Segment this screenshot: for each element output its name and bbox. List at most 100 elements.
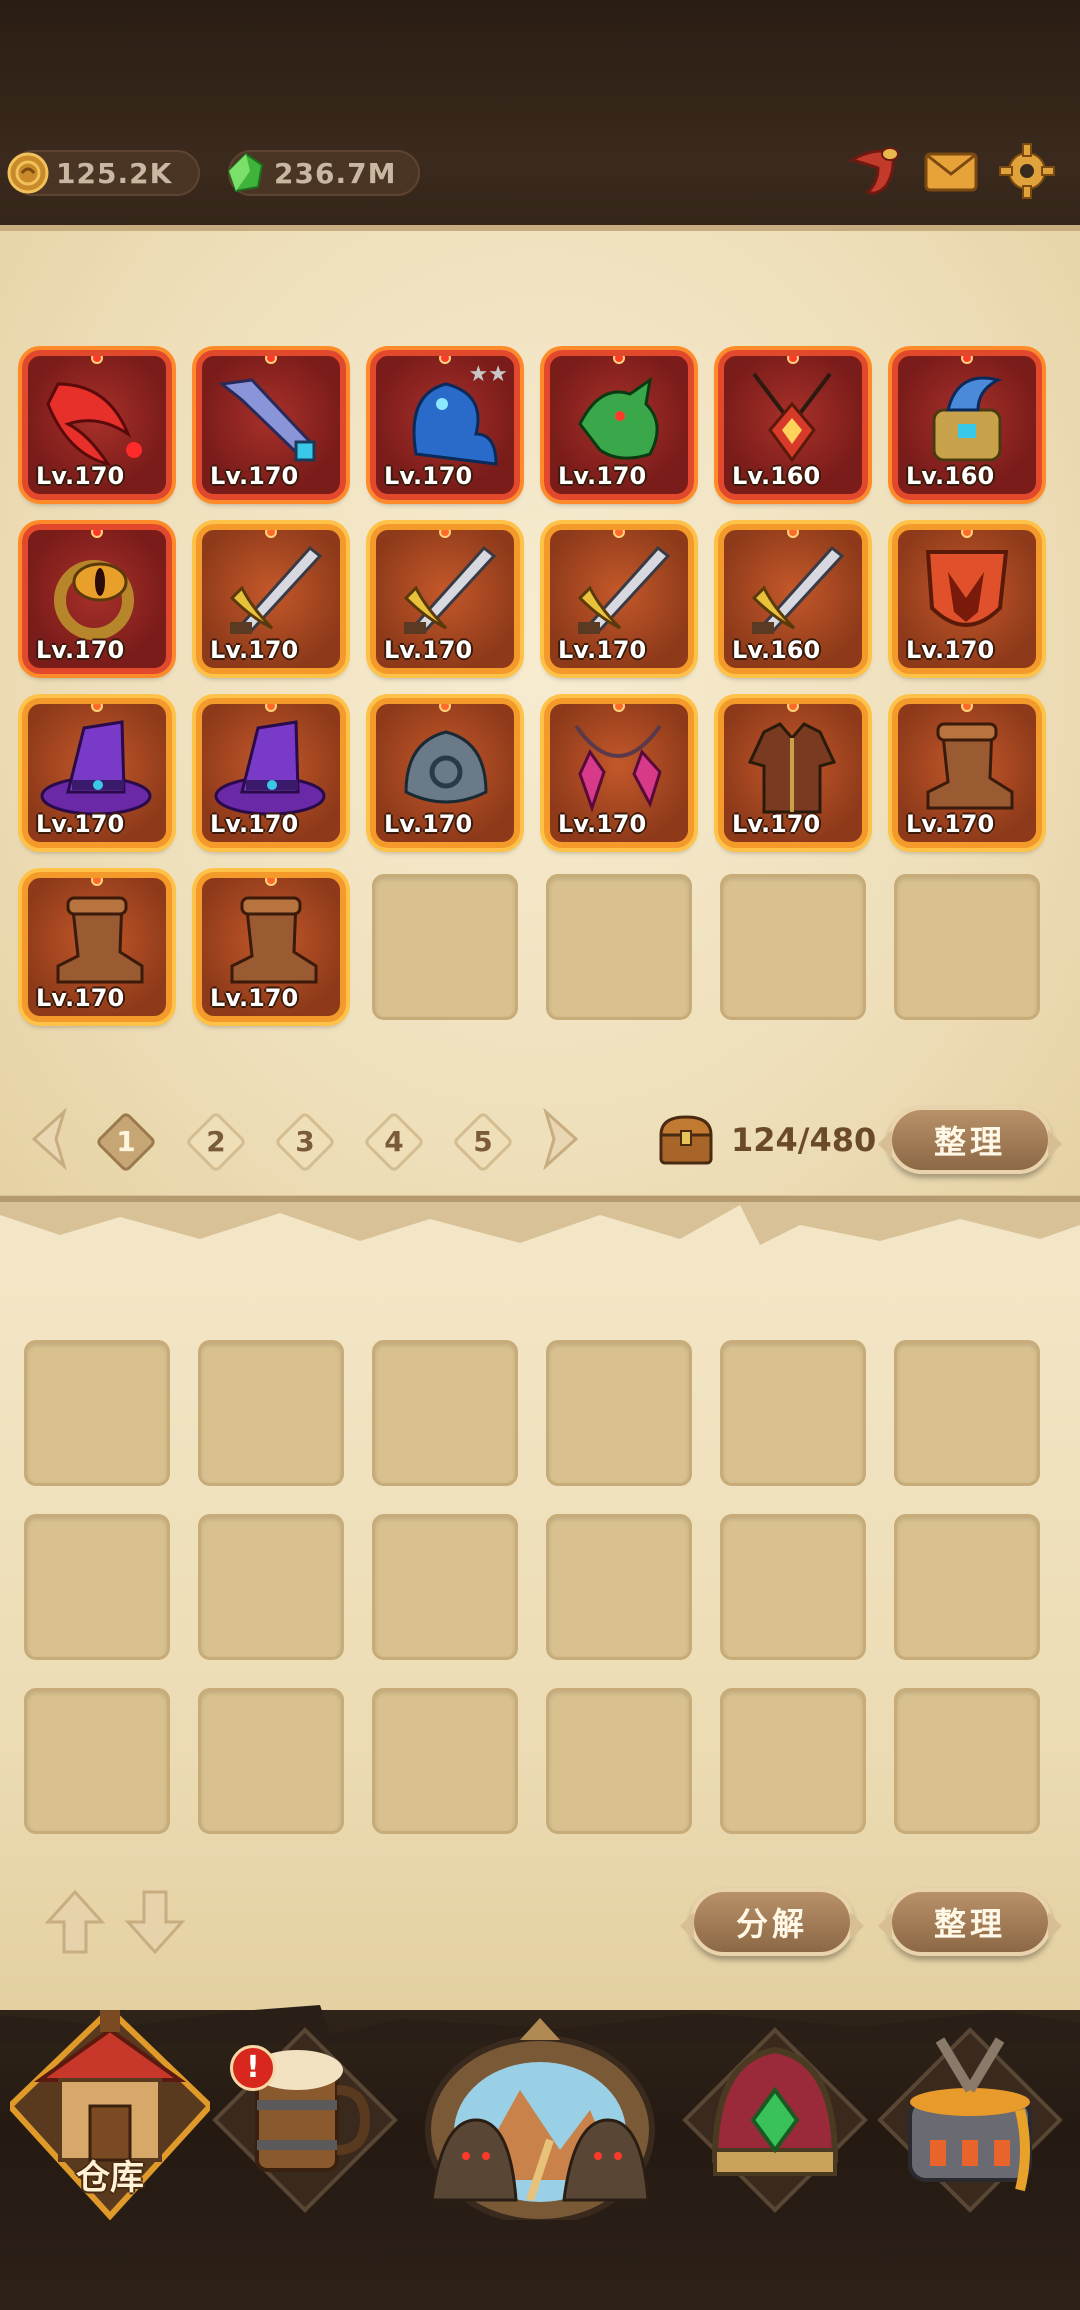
equipment-item[interactable]: Lv.170 xyxy=(22,872,172,1022)
page-button-2[interactable]: 2 xyxy=(184,1110,248,1174)
inventory-slot[interactable]: ★★ Lv.170 xyxy=(370,350,520,500)
equipment-item[interactable]: Lv.170 xyxy=(544,698,694,848)
inventory-slot[interactable]: Lv.170 xyxy=(892,524,1042,674)
warehouse-slot-empty[interactable] xyxy=(892,1686,1042,1836)
decompose-button[interactable]: 分解 xyxy=(680,1888,864,1956)
rarity-gem-icon xyxy=(439,530,451,538)
warehouse-slot-empty[interactable] xyxy=(22,1512,172,1662)
inventory-slot-empty[interactable] xyxy=(718,872,868,1022)
equipment-item[interactable]: Lv.170 xyxy=(196,350,346,500)
empty-slot xyxy=(546,874,692,1020)
equipment-item[interactable]: Lv.170 xyxy=(22,698,172,848)
settings-gear-icon[interactable] xyxy=(996,140,1058,202)
warehouse-slot-empty[interactable] xyxy=(892,1512,1042,1662)
nav-forge[interactable] xyxy=(870,2010,1070,2220)
equipment-item[interactable]: Lv.170 xyxy=(196,524,346,674)
inventory-slot[interactable]: Lv.170 xyxy=(544,350,694,500)
gold-counter[interactable]: 125.2K xyxy=(7,150,200,196)
warehouse-slot-empty[interactable] xyxy=(718,1512,868,1662)
inventory-slot[interactable]: Lv.170 xyxy=(22,698,172,848)
equipment-item[interactable]: Lv.170 xyxy=(544,524,694,674)
warehouse-slot-empty[interactable] xyxy=(718,1686,868,1836)
rarity-gem-icon xyxy=(613,530,625,538)
inventory-slot[interactable]: Lv.170 xyxy=(22,350,172,500)
item-level: Lv.160 xyxy=(732,462,821,490)
inventory-slot[interactable]: Lv.170 xyxy=(22,872,172,1022)
inventory-slot[interactable]: Lv.170 xyxy=(22,524,172,674)
warehouse-slot-empty[interactable] xyxy=(544,1338,694,1488)
horn-icon[interactable] xyxy=(842,140,904,202)
empty-slot xyxy=(546,1688,692,1834)
inventory-slot[interactable]: Lv.160 xyxy=(718,350,868,500)
gem-counter[interactable]: 236.7M xyxy=(227,150,420,196)
inventory-sort-button[interactable]: 整理 xyxy=(878,1106,1062,1174)
warehouse-slot-empty[interactable] xyxy=(196,1512,346,1662)
equipment-item[interactable]: Lv.170 xyxy=(196,872,346,1022)
equipment-item[interactable]: Lv.170 xyxy=(196,698,346,848)
equipment-item[interactable]: Lv.160 xyxy=(718,524,868,674)
prev-page-arrow-icon[interactable] xyxy=(28,1108,68,1170)
warehouse-slot-empty[interactable] xyxy=(718,1338,868,1488)
page-button-3[interactable]: 3 xyxy=(273,1110,337,1174)
item-level: Lv.170 xyxy=(558,462,647,490)
down-arrow-icon[interactable] xyxy=(124,1888,186,1956)
page-button-4[interactable]: 4 xyxy=(362,1110,426,1174)
nav-tavern[interactable] xyxy=(205,2010,405,2220)
inventory-slot[interactable]: Lv.170 xyxy=(196,524,346,674)
inventory-slot[interactable]: Lv.170 xyxy=(196,872,346,1022)
item-level: Lv.170 xyxy=(906,636,995,664)
item-stars: ★★ xyxy=(468,362,508,387)
inventory-slot[interactable]: Lv.170 xyxy=(370,698,520,848)
warehouse-slot-empty[interactable] xyxy=(196,1686,346,1836)
inventory-slot[interactable]: Lv.170 xyxy=(718,698,868,848)
inventory-slot-empty[interactable] xyxy=(370,872,520,1022)
warehouse-slot-empty[interactable] xyxy=(196,1338,346,1488)
warehouse-slot-empty[interactable] xyxy=(370,1686,520,1836)
warehouse-sort-button[interactable]: 整理 xyxy=(878,1888,1062,1956)
warehouse-slot-empty[interactable] xyxy=(544,1512,694,1662)
equipment-item[interactable]: Lv.170 xyxy=(370,524,520,674)
warehouse-slot-empty[interactable] xyxy=(544,1686,694,1836)
torn-paper-divider xyxy=(0,1195,1080,1275)
equipment-item[interactable]: Lv.170 xyxy=(22,524,172,674)
equipment-item[interactable]: Lv.160 xyxy=(718,350,868,500)
mail-icon[interactable] xyxy=(920,140,982,202)
up-arrow-icon[interactable] xyxy=(44,1888,106,1956)
rarity-gem-icon xyxy=(265,878,277,886)
rarity-gem-icon xyxy=(91,878,103,886)
nav-treasure[interactable] xyxy=(675,2010,875,2220)
inventory-slot[interactable]: Lv.160 xyxy=(718,524,868,674)
inventory-slot[interactable]: Lv.170 xyxy=(544,698,694,848)
empty-slot xyxy=(894,1340,1040,1486)
inventory-slot[interactable]: Lv.170 xyxy=(196,350,346,500)
equipment-item[interactable]: Lv.170 xyxy=(370,698,520,848)
page-button-5[interactable]: 5 xyxy=(451,1110,515,1174)
equipment-item[interactable]: Lv.170 xyxy=(718,698,868,848)
warehouse-slot-empty[interactable] xyxy=(22,1686,172,1836)
equipment-item[interactable]: Lv.170 xyxy=(544,350,694,500)
inventory-slot[interactable]: Lv.170 xyxy=(544,524,694,674)
equipment-item[interactable]: ★★ Lv.170 xyxy=(370,350,520,500)
inventory-slot[interactable]: Lv.170 xyxy=(892,698,1042,848)
leather-armor-icon xyxy=(747,722,837,814)
nav-adventure[interactable] xyxy=(410,2010,670,2220)
equipment-item[interactable]: Lv.170 xyxy=(892,524,1042,674)
inventory-slot[interactable]: Lv.170 xyxy=(370,524,520,674)
inventory-slot[interactable]: Lv.170 xyxy=(196,698,346,848)
inventory-slot-empty[interactable] xyxy=(892,872,1042,1022)
inventory-slot[interactable]: Lv.160 xyxy=(892,350,1042,500)
equipment-item[interactable]: Lv.170 xyxy=(892,698,1042,848)
sword-icon xyxy=(403,545,497,634)
warehouse-slot-empty[interactable] xyxy=(370,1512,520,1662)
page-number: 5 xyxy=(473,1125,493,1158)
nav-warehouse[interactable]: 仓库 xyxy=(10,2010,210,2220)
next-page-arrow-icon[interactable] xyxy=(542,1108,582,1170)
warehouse-slot-empty[interactable] xyxy=(370,1338,520,1488)
inventory-slot-empty[interactable] xyxy=(544,872,694,1022)
equipment-item[interactable]: Lv.160 xyxy=(892,350,1042,500)
equipment-item[interactable]: Lv.170 xyxy=(22,350,172,500)
page-button-1[interactable]: 1 xyxy=(94,1110,158,1174)
rarity-gem-icon xyxy=(613,704,625,712)
warehouse-slot-empty[interactable] xyxy=(22,1338,172,1488)
warehouse-slot-empty[interactable] xyxy=(892,1338,1042,1488)
